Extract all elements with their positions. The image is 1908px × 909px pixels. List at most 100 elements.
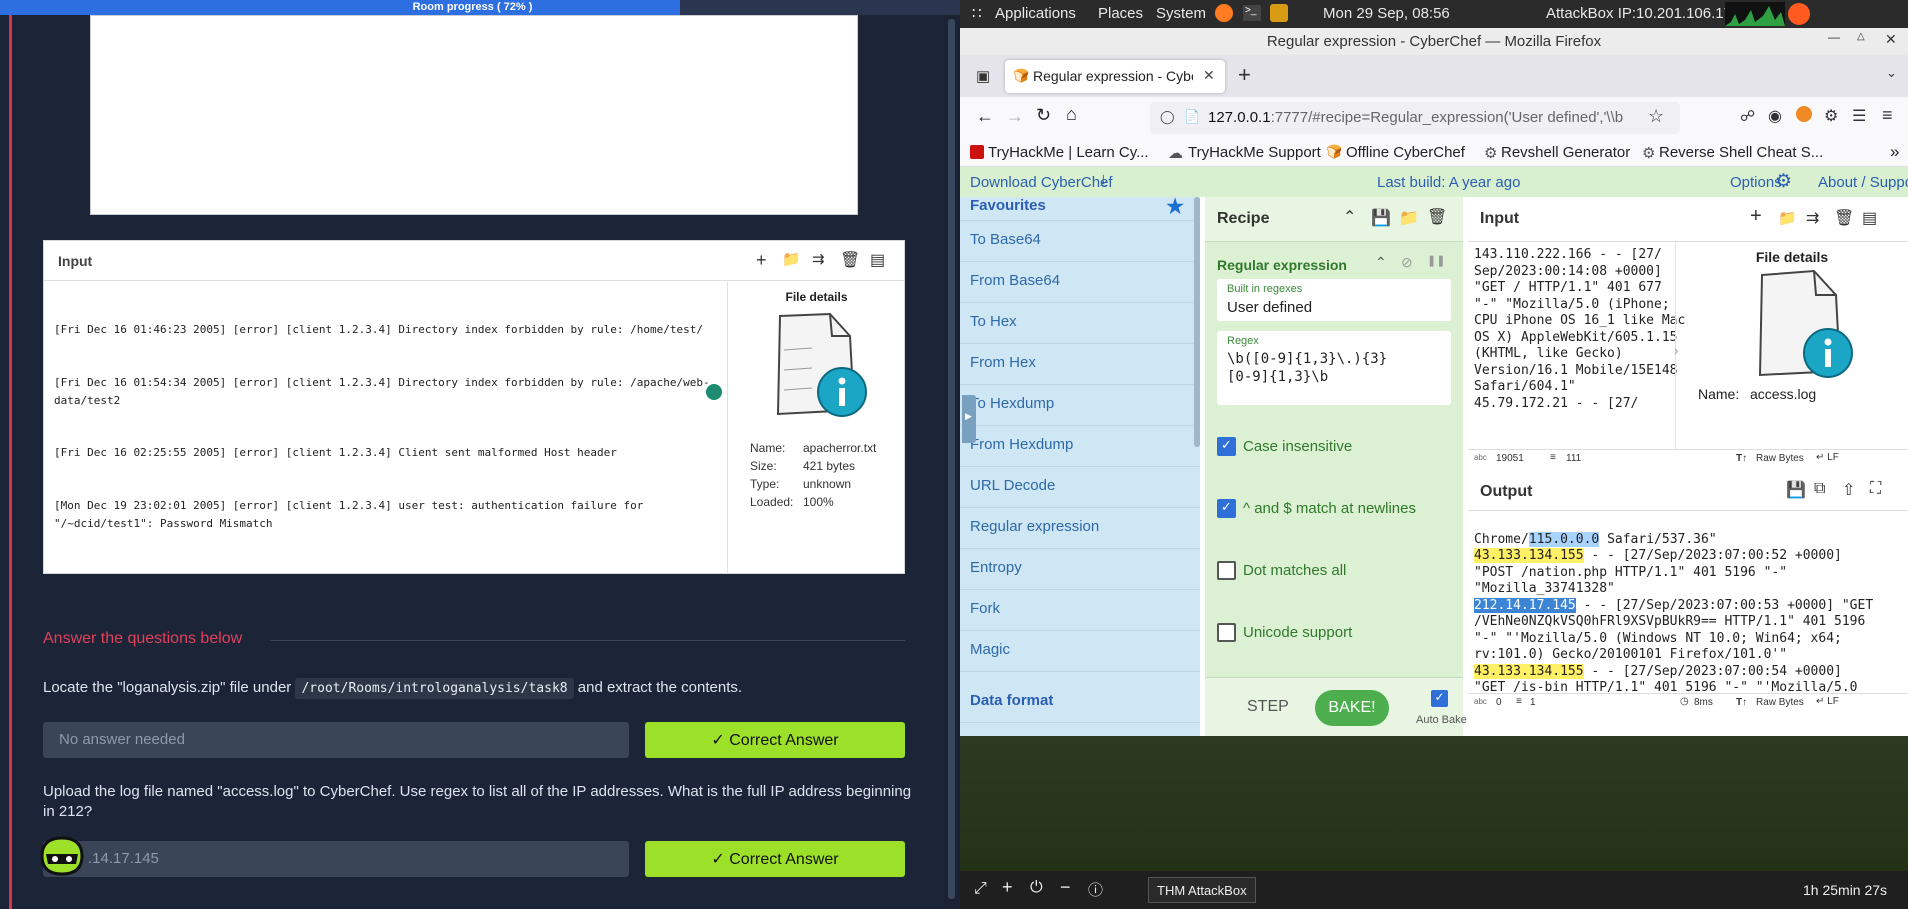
panel-toggle-handle[interactable]: ▶: [962, 395, 976, 443]
home-icon[interactable]: ⌂: [1066, 104, 1077, 125]
bookmark-5[interactable]: Reverse Shell Cheat S...: [1659, 144, 1823, 161]
eol-icon[interactable]: ↵ LF: [1816, 452, 1839, 463]
left-scrollbar-thumb[interactable]: [948, 19, 955, 899]
operation-item[interactable]: Regular expression: [960, 508, 1200, 549]
places-menu[interactable]: Places: [1098, 5, 1143, 22]
thm-mascot-icon[interactable]: [36, 832, 88, 880]
operations-scrollbar[interactable]: [1194, 197, 1200, 447]
extensions-icon[interactable]: ⚙: [1824, 106, 1838, 126]
maximize-output-icon[interactable]: ⛶: [1870, 480, 1881, 498]
url-bar[interactable]: ◯ 📄 127.0.0.1:7777/#recipe=Regular_expre…: [1150, 102, 1680, 134]
options-link[interactable]: Options: [1730, 174, 1782, 191]
account-icon[interactable]: ◉: [1768, 106, 1782, 126]
answer-1-input[interactable]: No answer needed: [43, 722, 629, 758]
encoding-icon[interactable]: T↑: [1736, 453, 1747, 464]
firefox-launcher-icon[interactable]: [1215, 4, 1233, 22]
regex-field[interactable]: Regex \b([0-9]{1,3}\.){3} [0-9]{1,3}\b: [1217, 331, 1451, 405]
page-info-icon[interactable]: 📄: [1184, 109, 1200, 125]
bookmark-3[interactable]: Offline CyberChef: [1346, 144, 1465, 161]
applications-menu[interactable]: Applications: [995, 5, 1076, 22]
info-icon[interactable]: ⓘ: [1088, 879, 1103, 900]
operation-item[interactable]: To Hex: [960, 303, 1200, 344]
more-bookmarks-icon[interactable]: »: [1890, 142, 1899, 162]
terminal-launcher-icon[interactable]: >_: [1243, 5, 1261, 21]
collapse-all-icon[interactable]: ⌃: [1343, 207, 1356, 227]
power-icon[interactable]: ⏻: [1030, 879, 1043, 897]
input-raw-bytes[interactable]: Raw Bytes: [1756, 453, 1804, 464]
app-menu-icon[interactable]: ≡: [1882, 105, 1893, 126]
builtin-regex-select[interactable]: Built in regexes User defined: [1217, 279, 1451, 321]
firefox-tray-icon[interactable]: [1788, 3, 1810, 25]
favourites-star-icon[interactable]: ★: [1166, 197, 1184, 219]
add-icon[interactable]: +: [1002, 877, 1013, 898]
tab-overview-icon[interactable]: ▣: [976, 67, 990, 85]
operation-item[interactable]: To Hexdump: [960, 385, 1200, 426]
forward-icon[interactable]: →: [1006, 106, 1024, 127]
op-collapse-icon[interactable]: ⌃: [1375, 254, 1387, 271]
bookmark-4[interactable]: Revshell Generator: [1501, 144, 1630, 161]
replace-input-icon[interactable]: ⇧: [1842, 480, 1855, 500]
download-link[interactable]: Download CyberChef: [970, 174, 1113, 191]
category-data-format[interactable]: Data format: [960, 682, 1200, 723]
about-link[interactable]: About / Suppo: [1818, 174, 1908, 191]
operation-item[interactable]: Entropy: [960, 549, 1200, 590]
op-regex-title[interactable]: Regular expression: [1217, 257, 1347, 273]
apps-grid-icon[interactable]: ∷: [972, 4, 982, 22]
operation-item[interactable]: URL Decode: [960, 467, 1200, 508]
option-checkbox[interactable]: ✓: [1217, 499, 1236, 518]
save-output-icon[interactable]: 💾: [1786, 480, 1806, 500]
option-checkbox[interactable]: [1217, 561, 1236, 580]
translate-icon[interactable]: ☰: [1852, 106, 1866, 126]
option-checkbox[interactable]: [1217, 623, 1236, 642]
input-resize-handle[interactable]: ›: [1674, 343, 1678, 358]
bookmark-2[interactable]: TryHackMe Support: [1188, 144, 1321, 161]
shield-icon[interactable]: ◯: [1160, 109, 1175, 125]
encoding-icon[interactable]: T↑: [1736, 697, 1747, 708]
op-disable-icon[interactable]: ⊘: [1401, 254, 1413, 271]
maximize-icon[interactable]: △: [1857, 31, 1865, 42]
list-tabs-icon[interactable]: ⌄: [1886, 65, 1897, 81]
open-file-icon[interactable]: 📁: [1778, 209, 1797, 227]
option-checkbox[interactable]: ✓: [1217, 437, 1236, 456]
reload-icon[interactable]: ↻: [1036, 105, 1051, 126]
attackbox-task[interactable]: THM AttackBox: [1148, 877, 1256, 903]
left-scrollbar[interactable]: [944, 15, 960, 909]
load-recipe-icon[interactable]: 📁: [1399, 208, 1419, 228]
operation-item[interactable]: To Base64: [960, 221, 1200, 262]
output-raw-bytes[interactable]: Raw Bytes: [1756, 697, 1804, 708]
tab-cyberchef[interactable]: 🍞 Regular expression - Cybe ✕: [1005, 60, 1225, 93]
correct-answer-button-1[interactable]: ✓ Correct Answer: [645, 722, 905, 758]
input-text[interactable]: 143.110.222.166 - - [27/Sep/2023:00:14:0…: [1474, 247, 1685, 412]
reset-layout-icon[interactable]: ▤: [1862, 208, 1877, 228]
copy-output-icon[interactable]: ⧉: [1814, 480, 1825, 498]
bookmark-star-icon[interactable]: ☆: [1648, 106, 1664, 127]
favourites-header[interactable]: Favourites ★: [960, 197, 1200, 221]
answer-2-input[interactable]: .14.17.145: [43, 841, 629, 877]
gear-icon[interactable]: ⚙: [1775, 170, 1792, 193]
pocket-icon[interactable]: ☍: [1740, 107, 1755, 125]
step-button[interactable]: STEP: [1247, 698, 1289, 716]
close-window-icon[interactable]: ✕: [1885, 31, 1897, 48]
close-tab-icon[interactable]: ✕: [1203, 67, 1215, 84]
auto-bake-checkbox[interactable]: ✓: [1431, 690, 1448, 707]
operation-item[interactable]: From Hex: [960, 344, 1200, 385]
clear-input-icon[interactable]: 🗑: [1834, 208, 1854, 228]
clock[interactable]: Mon 29 Sep, 08:56: [1323, 5, 1450, 22]
eol-icon[interactable]: ↵ LF: [1816, 696, 1839, 707]
minus-icon[interactable]: −: [1060, 877, 1071, 898]
foxyproxy-icon[interactable]: [1796, 106, 1812, 122]
bake-button[interactable]: BAKE!: [1315, 690, 1389, 726]
operation-item[interactable]: Magic: [960, 631, 1200, 672]
operation-item[interactable]: From Hexdump: [960, 426, 1200, 467]
save-recipe-icon[interactable]: 💾: [1371, 208, 1391, 228]
clear-recipe-icon[interactable]: 🗑: [1427, 207, 1447, 227]
operation-item[interactable]: From Base64: [960, 262, 1200, 303]
back-icon[interactable]: ←: [976, 106, 994, 127]
operation-item[interactable]: Fork: [960, 590, 1200, 631]
download-icon[interactable]: ⤓: [1100, 172, 1107, 189]
open-folder-icon[interactable]: ⇉: [1806, 208, 1819, 228]
sublime-launcher-icon[interactable]: [1270, 4, 1288, 22]
new-tab-icon[interactable]: +: [1238, 62, 1251, 88]
bookmark-1[interactable]: TryHackMe | Learn Cy...: [988, 144, 1149, 161]
op-breakpoint-icon[interactable]: ❚❚: [1427, 254, 1445, 267]
